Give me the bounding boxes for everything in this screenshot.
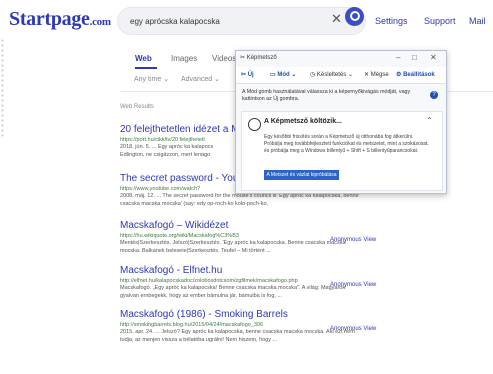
decorative-dots [0,38,6,138]
result-snippet: tudja, az menjen vissza a bélatéba ugrál… [120,337,278,343]
notice-icon [248,118,261,131]
options-button[interactable]: ⚙ Beállítások [396,71,435,78]
logo-suffix: .com [89,16,111,28]
result-title[interactable]: Macskafogó - Elfnet.hu [120,265,420,276]
result-title[interactable]: Macskafogó – Wikidézet [120,220,420,231]
mode-label: Mód [277,72,290,78]
new-snip-label: Új [247,72,254,78]
scissors-icon: ✂ [241,72,247,78]
new-snip-button[interactable]: ✂ Új [241,71,254,78]
maximize-icon[interactable]: □ [412,53,417,62]
clock-icon: ◷ [310,72,316,78]
search-button-icon[interactable] [345,7,364,26]
startpage-logo[interactable]: Startpage.com [9,8,111,31]
chevron-up-icon[interactable]: ⌃ [426,116,433,125]
window-title-text: Képmetsző [246,55,277,61]
clear-search-icon[interactable]: ✕ [331,12,342,26]
result-snippet: gyalvan ernbegekk, hogy az ember bámulna… [120,293,283,299]
try-snip-sketch-button[interactable]: A Metszet és vázlat kipróbálása [264,170,339,180]
tab-web[interactable]: Web [135,54,152,63]
options-label: Beállítások [403,72,435,78]
notice-description: Egy későbbi frissítés során a Képmetsző … [264,134,429,154]
tab-images[interactable]: Images [171,54,197,63]
result-snippet: mocska. Balkanek beleseie|Szerkesztés. T… [120,248,271,254]
scissors-icon: ✂ [240,55,246,61]
moving-notice-panel: A Képmetsző költözik... ⌃ Egy későbbi fr… [241,111,443,191]
time-filter-label: Any time [134,76,162,83]
logo-text: Startpage [9,8,90,30]
cancel-label: Mégse [370,72,389,78]
rectangle-icon: ▭ [270,72,276,78]
advanced-filter-label: Advanced [181,76,213,83]
delay-label: Késleltetés [316,72,347,78]
close-icon: ✕ [364,72,370,78]
result-snippet: csacska macska mocska' (say: edy op-roch… [120,201,269,207]
tab-videos[interactable]: Videos [212,54,236,63]
support-link[interactable]: Support [424,16,456,26]
search-box [117,7,366,35]
chevron-down-icon: ⌄ [214,76,220,83]
chevron-down-icon: ⌄ [291,72,297,78]
cancel-button[interactable]: ✕ Mégse [364,71,389,78]
anonymous-view-link[interactable]: Anonymous View [330,237,376,243]
anonymous-view-link[interactable]: Anonymous View [330,326,376,332]
advanced-filter[interactable]: Advanced ⌄ [181,75,220,83]
mode-button[interactable]: ▭ Mód ⌄ [270,71,296,78]
delay-button[interactable]: ◷ Késleltetés ⌄ [310,71,353,78]
window-title: ✂ Képmetsző [240,54,277,64]
active-tab-indicator [135,67,157,69]
chevron-down-icon: ⌄ [163,76,170,83]
minimize-icon[interactable]: – [396,53,400,62]
snip-toolbar: ✂ Új ▭ Mód ⌄ ◷ Késleltetés ⌄ ✕ Mégse ⚙ B… [236,67,446,84]
anonymous-view-link[interactable]: Anonymous View [330,282,376,288]
snipping-tool-window: ✂ Képmetsző – □ ✕ ✂ Új ▭ Mód ⌄ ◷ Késlelt… [235,50,447,194]
close-icon[interactable]: ✕ [430,53,437,62]
notice-title: A Képmetsző költözik... [264,118,342,125]
snip-info-text: A Mód gomb használatával válassza ki a k… [242,89,411,102]
search-input[interactable] [128,12,322,30]
gear-icon: ⚙ [396,72,402,78]
mail-link[interactable]: Mail [469,16,486,26]
results-label: Web Results [120,104,154,110]
chevron-down-icon: ⌄ [347,72,353,78]
top-bar: Startpage.com ✕ Settings Support Mail [0,0,493,44]
settings-link[interactable]: Settings [375,16,408,26]
result-title[interactable]: Macskafogó (1986) - Smoking Barrels [120,309,420,320]
time-filter[interactable]: Any time ⌄ [134,75,169,83]
help-icon[interactable]: ? [430,91,438,99]
